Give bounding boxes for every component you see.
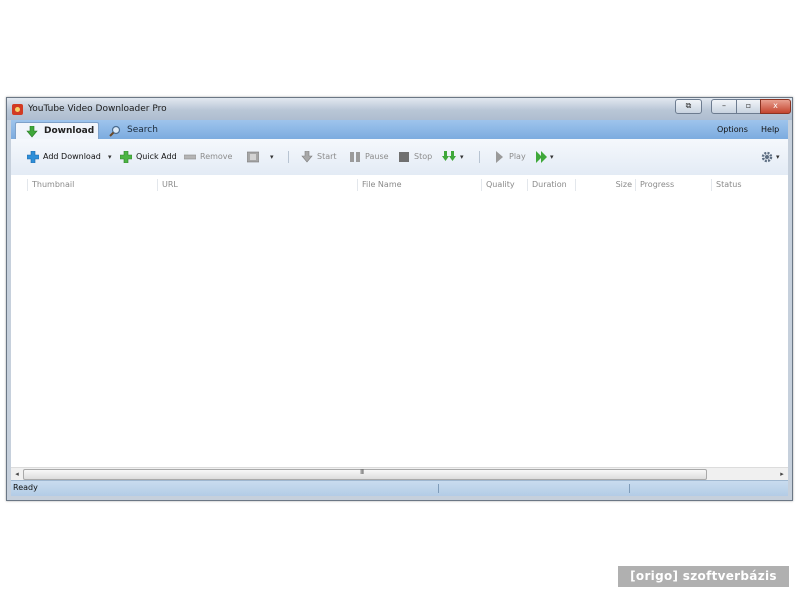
column-url[interactable]: URL [157, 179, 357, 191]
status-divider-2 [629, 484, 630, 493]
tab-bar: Download Search Options Help [11, 120, 788, 139]
stop-icon [399, 152, 409, 162]
add-download-dropdown-arrow[interactable]: ▾ [108, 149, 112, 165]
menu-options[interactable]: Options [717, 122, 748, 138]
play-forward-icon [536, 151, 547, 163]
download-all-dropdown-arrow[interactable]: ▾ [460, 149, 464, 165]
film-convert-icon [247, 151, 259, 163]
double-download-icon [442, 151, 456, 161]
status-bar: Ready [11, 480, 788, 496]
downloads-table[interactable]: Thumbnail URL File Name Quality Duration… [11, 175, 788, 467]
status-divider [438, 484, 439, 493]
scroll-right-arrow-icon[interactable]: ▸ [777, 468, 787, 480]
remove-minus-icon [184, 154, 196, 160]
minimize-button[interactable]: – [711, 99, 737, 114]
start-label: Start [317, 152, 337, 161]
quick-add-plus-icon [120, 151, 132, 163]
play-label: Play [509, 152, 526, 161]
window-extra-button[interactable]: ⧉ [675, 99, 702, 114]
column-duration[interactable]: Duration [527, 179, 575, 191]
app-window: YouTube Video Downloader Pro ⧉ – ▫ x Dow… [6, 97, 793, 501]
scrollbar-thumb[interactable]: III [23, 468, 707, 480]
remove-label: Remove [200, 152, 233, 161]
tab-download[interactable]: Download [15, 122, 99, 139]
close-button[interactable]: x [760, 99, 791, 114]
toolbar-separator [288, 151, 289, 163]
tab-download-label: Download [44, 126, 95, 136]
column-progress[interactable]: Progress [635, 179, 711, 191]
column-thumbnail[interactable]: Thumbnail [27, 179, 157, 191]
column-file-name[interactable]: File Name [357, 179, 481, 191]
scroll-left-arrow-icon[interactable]: ◂ [12, 468, 22, 480]
convert-dropdown-arrow[interactable]: ▾ [270, 149, 274, 165]
toolbar: Add Download ▾ Quick Add Remove ▾ Start … [11, 139, 788, 176]
scrollbar-grip: III [360, 468, 364, 476]
maximize-button[interactable]: ▫ [736, 99, 761, 114]
tab-search[interactable]: Search [109, 122, 179, 139]
magnifier-icon [109, 125, 121, 137]
menu-help[interactable]: Help [761, 122, 779, 138]
column-status[interactable]: Status [711, 179, 771, 191]
gear-icon [761, 151, 773, 163]
play-icon [496, 151, 503, 163]
add-download-label: Add Download [43, 152, 101, 161]
title-bar[interactable]: YouTube Video Downloader Pro ⧉ – ▫ x [7, 98, 792, 120]
start-arrow-icon [301, 151, 313, 163]
horizontal-scrollbar[interactable]: ◂ III ▸ [11, 467, 788, 480]
pause-label: Pause [365, 152, 389, 161]
column-size[interactable]: Size [575, 179, 635, 191]
download-arrow-icon [26, 126, 38, 138]
app-logo-icon [12, 104, 23, 115]
watermark: [origo] szoftverbázis [618, 566, 789, 587]
window-title: YouTube Video Downloader Pro [28, 104, 167, 114]
tab-search-label: Search [127, 125, 158, 135]
column-quality[interactable]: Quality [481, 179, 527, 191]
stop-label: Stop [414, 152, 433, 161]
play-all-dropdown-arrow[interactable]: ▾ [550, 149, 554, 165]
pause-icon [350, 152, 360, 162]
toolbar-separator-2 [479, 151, 480, 163]
settings-dropdown-arrow[interactable]: ▾ [776, 149, 780, 165]
status-text: Ready [13, 483, 38, 492]
quick-add-label: Quick Add [136, 152, 177, 161]
add-plus-icon [27, 151, 39, 163]
